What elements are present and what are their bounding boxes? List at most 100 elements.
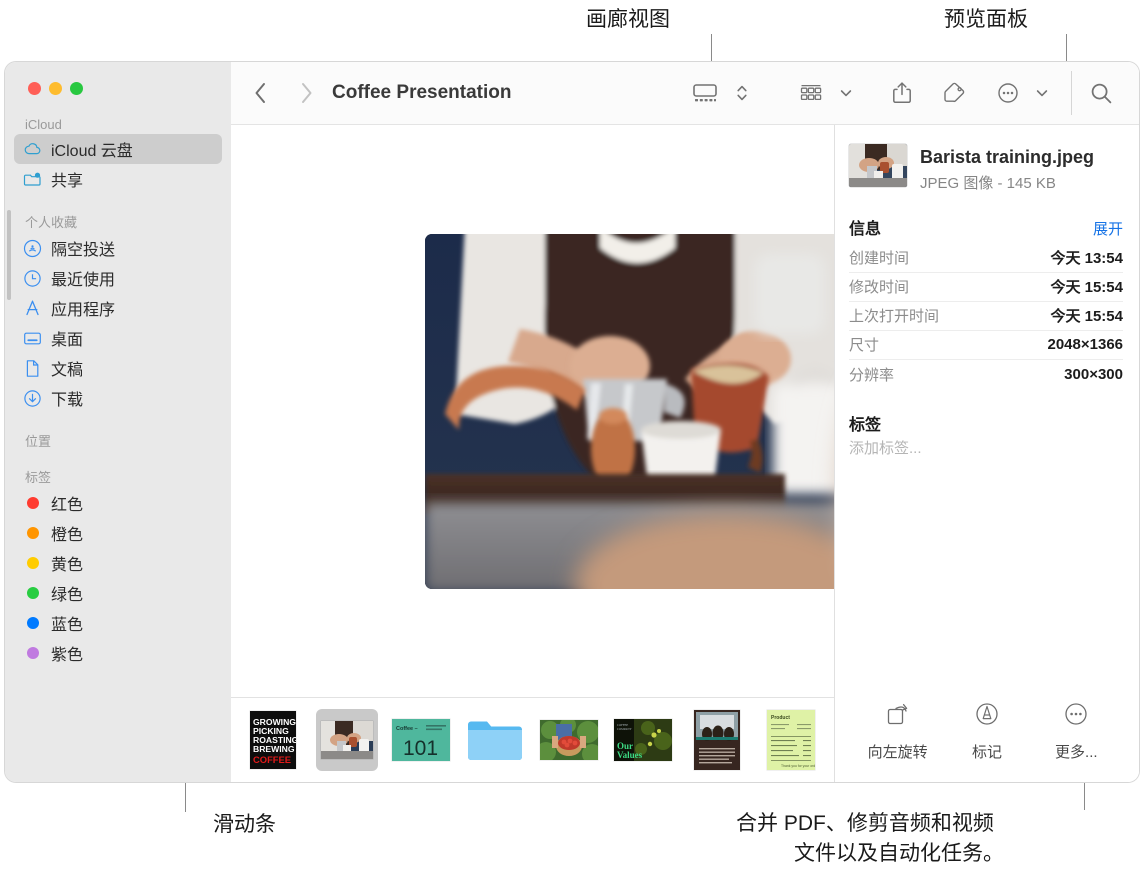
add-tag-input[interactable]: 添加标签... xyxy=(835,437,1139,458)
info-row-key: 修改时间 xyxy=(849,279,910,296)
thumbnail-item[interactable]: GROWING PICKING ROASTING BREWING COFFEE xyxy=(242,709,304,771)
sidebar-scrollbar[interactable] xyxy=(7,210,11,300)
coffee-101-slide-thumbnail: Coffee – 101 xyxy=(392,719,450,761)
group-by-group xyxy=(795,75,861,111)
rotate-left-label: 向左旋转 xyxy=(867,744,928,761)
thumbnail-item[interactable] xyxy=(538,709,600,771)
share-icon[interactable] xyxy=(887,75,917,111)
sidebar-item-label: 应用程序 xyxy=(51,302,116,319)
group-by-chevron-down-icon[interactable] xyxy=(831,75,861,111)
preview-header: Barista training.jpeg JPEG 图像 - 145 KB xyxy=(835,125,1139,193)
minimize-button[interactable] xyxy=(49,82,62,95)
desktop-icon xyxy=(23,329,42,348)
tag-icon[interactable] xyxy=(939,75,971,111)
applications-icon xyxy=(23,299,42,318)
info-row-key: 分辨率 xyxy=(849,366,895,384)
sidebar-item-applications[interactable]: 应用程序 xyxy=(14,293,222,323)
tags-section-title: 标签 xyxy=(849,416,882,434)
thumbnail-item[interactable]: COFFEE COMPANY Our Values xyxy=(612,709,674,771)
info-row-key: 创建时间 xyxy=(849,250,910,267)
main-content: Coffee Presentation GROWING PICKING ROAS… xyxy=(231,62,1139,782)
more-group xyxy=(993,75,1057,111)
sidebar-item-label: 最近使用 xyxy=(51,272,116,289)
thumbnail-item[interactable]: Product Thank you for your order xyxy=(760,709,822,771)
zoom-button[interactable] xyxy=(70,82,83,95)
tag-dot-icon xyxy=(23,494,42,513)
sidebar-item-icloud-drive[interactable]: iCloud 云盘 xyxy=(14,134,222,164)
back-button[interactable] xyxy=(243,76,277,110)
info-row-value: 2048×1366 xyxy=(1047,336,1124,353)
sidebar-item-tag-yellow[interactable]: 黄色 xyxy=(14,548,222,578)
sidebar-item-airdrop[interactable]: 隔空投送 xyxy=(14,233,222,263)
barista-training-thumbnail xyxy=(321,721,373,759)
document-icon xyxy=(23,359,42,378)
toolbar-divider xyxy=(1071,71,1072,115)
meeting-document-thumbnail xyxy=(694,710,740,770)
sidebar-item-tag-purple[interactable]: 紫色 xyxy=(14,638,222,668)
sidebar-item-tag-red[interactable]: 红色 xyxy=(14,488,222,518)
gallery-view-icon[interactable] xyxy=(687,75,723,111)
sidebar-item-label: 下载 xyxy=(51,392,84,409)
sidebar-item-label: 蓝色 xyxy=(51,617,84,634)
window-controls xyxy=(5,62,231,95)
callout-gallery-view: 画廊视图 xyxy=(586,8,670,31)
info-row-key: 尺寸 xyxy=(849,337,880,354)
markup-label: 标记 xyxy=(971,744,1002,761)
view-stepper-icon[interactable] xyxy=(727,75,757,111)
tag-dot-icon xyxy=(23,614,42,633)
svg-text:Values: Values xyxy=(617,750,643,760)
expand-info-link[interactable]: 展开 xyxy=(1093,218,1123,239)
thumbnail-item[interactable] xyxy=(686,709,748,771)
thumbnail-item[interactable]: Coffee – 101 xyxy=(390,709,452,771)
sidebar-item-documents[interactable]: 文稿 xyxy=(14,353,222,383)
callout-preview-panel: 预览面板 xyxy=(944,8,1028,31)
sidebar-item-tag-green[interactable]: 绿色 xyxy=(14,578,222,608)
sidebar-item-label: 文稿 xyxy=(51,362,84,379)
sidebar-item-tag-blue[interactable]: 蓝色 xyxy=(14,608,222,638)
finder-window: iCloud iCloud 云盘 共享 个人收藏 隔空投送 最近使用 应用程序 … xyxy=(5,62,1139,782)
close-button[interactable] xyxy=(28,82,41,95)
preview-actions: 向左旋转 标记 更多... xyxy=(835,701,1139,762)
info-row: 分辨率 300×300 xyxy=(849,360,1123,389)
svg-text:BREWING: BREWING xyxy=(253,744,295,754)
sidebar-item-desktop[interactable]: 桌面 xyxy=(14,323,222,353)
tags-section-header: 标签 xyxy=(835,389,1139,437)
more-button[interactable]: 更多... xyxy=(1034,701,1118,762)
tag-dot-icon xyxy=(23,554,42,573)
info-section-title: 信息 xyxy=(849,220,882,238)
sidebar-item-label: iCloud 云盘 xyxy=(51,143,133,160)
group-by-icon[interactable] xyxy=(795,75,827,111)
sidebar-list-icloud: iCloud 云盘 共享 xyxy=(5,134,231,194)
sidebar-item-shared[interactable]: 共享 xyxy=(14,164,222,194)
sidebar-item-label: 共享 xyxy=(51,173,84,190)
sidebar-section-tags: 标签 xyxy=(25,470,52,485)
sidebar-item-tag-orange[interactable]: 橙色 xyxy=(14,518,222,548)
preview-file-name: Barista training.jpeg xyxy=(920,147,1095,167)
rotate-left-button[interactable]: 向左旋转 xyxy=(856,701,940,762)
clock-icon xyxy=(23,269,42,288)
info-rows: 创建时间 今天 13:54 修改时间 今天 15:54 上次打开时间 今天 15… xyxy=(835,244,1139,389)
forward-button[interactable] xyxy=(289,76,323,110)
rotate-left-icon xyxy=(885,701,911,732)
markup-button[interactable]: 标记 xyxy=(945,701,1029,762)
thumbnail-item[interactable] xyxy=(464,709,526,771)
svg-text:101: 101 xyxy=(403,737,438,760)
sidebar-item-label: 绿色 xyxy=(51,587,84,604)
sidebar-list-tags: 红色 橙色 黄色 绿色 蓝色 紫色 xyxy=(5,488,231,668)
info-row-value: 今天 13:54 xyxy=(1050,250,1123,267)
info-row: 创建时间 今天 13:54 xyxy=(849,244,1123,273)
svg-text:COMPANY: COMPANY xyxy=(617,727,633,731)
more-chevron-down-icon[interactable] xyxy=(1027,75,1057,111)
search-icon[interactable] xyxy=(1086,75,1117,111)
svg-text:Thank you for your order: Thank you for your order xyxy=(781,764,815,768)
sidebar-item-label: 紫色 xyxy=(51,647,84,664)
ellipsis-circle-icon[interactable] xyxy=(993,75,1023,111)
sidebar-item-recents[interactable]: 最近使用 xyxy=(14,263,222,293)
svg-text:Product: Product xyxy=(771,715,790,721)
thumbnail-item-selected[interactable] xyxy=(316,709,378,771)
sidebar-item-downloads[interactable]: 下载 xyxy=(14,383,222,413)
info-row: 修改时间 今天 15:54 xyxy=(849,273,1123,302)
info-row-value: 今天 15:54 xyxy=(1050,279,1123,296)
cherry-harvest-thumbnail xyxy=(540,720,598,760)
coffee-poster-thumbnail: GROWING PICKING ROASTING BREWING COFFEE xyxy=(250,711,296,769)
